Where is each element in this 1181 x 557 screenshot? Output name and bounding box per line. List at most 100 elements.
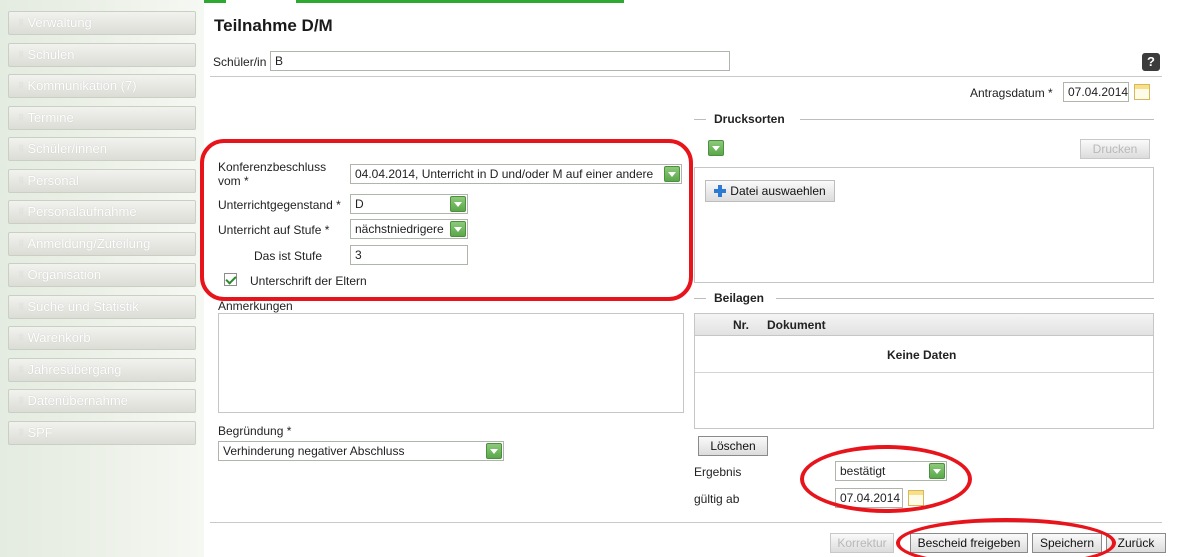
top-accent-bar-2 bbox=[296, 0, 624, 3]
sidebar-item-label: Jahresübergang bbox=[27, 361, 122, 377]
calendar-icon[interactable] bbox=[908, 490, 924, 506]
sidebar-item-label: Schulen bbox=[27, 46, 75, 62]
chevron-down-icon[interactable] bbox=[486, 443, 502, 459]
beilagen-title: Beilagen bbox=[710, 291, 769, 305]
sidebar-item-label: Schüler/innen bbox=[27, 141, 107, 156]
speichern-button[interactable]: Speichern bbox=[1032, 533, 1102, 553]
divider bbox=[210, 76, 1162, 77]
anmerkungen-label: Anmerkungen bbox=[218, 299, 293, 313]
das-ist-stufe-field: 3 bbox=[350, 245, 468, 265]
chevron-down-icon[interactable] bbox=[450, 196, 466, 212]
sidebar-item-kommunikation[interactable]: ⁞⁞ Kommunikation (7) bbox=[8, 74, 196, 98]
column-header-dokument: Dokument bbox=[767, 318, 826, 332]
drucksorten-file-area: Datei auswaehlen bbox=[694, 167, 1154, 283]
unterschrift-checkbox[interactable] bbox=[224, 273, 237, 286]
sidebar-item-label: Datenübernahme bbox=[27, 393, 128, 408]
beilagen-header: Beilagen bbox=[694, 291, 1154, 305]
sidebar: ⁞⁞ Verwaltung ⁞⁞ Schulen ⁞⁞ Kommunikation (… bbox=[0, 0, 204, 557]
konferenz-select-value: 04.04.2014, Unterricht in D und/oder M a… bbox=[355, 167, 654, 181]
bullet-icon: ⁞⁞ bbox=[19, 207, 24, 216]
konferenz-label-2: vom * bbox=[218, 174, 249, 188]
antragsdatum-label: Antragsdatum * bbox=[970, 86, 1053, 100]
print-button[interactable]: Drucken bbox=[1080, 139, 1150, 159]
sidebar-item-schueler[interactable]: ⁞⁞ Schüler/innen bbox=[8, 137, 196, 161]
ergebnis-label: Ergebnis bbox=[694, 465, 742, 479]
bullet-icon: ⁞⁞ bbox=[19, 301, 24, 311]
anmerkungen-textarea[interactable] bbox=[218, 313, 684, 413]
bullet-icon: ⁞⁞ bbox=[19, 144, 24, 153]
das-ist-stufe-label: Das ist Stufe bbox=[254, 249, 323, 263]
gueltig-ab-field[interactable]: 07.04.2014 bbox=[835, 488, 903, 508]
delete-button[interactable]: Löschen bbox=[698, 436, 768, 456]
sidebar-item-datenuebernahme[interactable]: ⁞⁞ Datenübernahme bbox=[8, 389, 196, 413]
sidebar-item-label: Personalaufnahme bbox=[27, 204, 137, 219]
bullet-icon: ⁞⁞ bbox=[19, 270, 24, 279]
gegenstand-select-value: D bbox=[355, 197, 364, 211]
sidebar-item-organisation[interactable]: ⁞⁞ Organisation bbox=[8, 263, 196, 287]
sidebar-item-label: Termine bbox=[27, 109, 74, 125]
sidebar-item-label: Personal bbox=[27, 172, 79, 188]
begruendung-label: Begründung * bbox=[218, 424, 292, 438]
sidebar-item-label: Suche und Statistik bbox=[27, 298, 139, 314]
sidebar-item-schulen[interactable]: ⁞⁞ Schulen bbox=[8, 42, 196, 67]
stufe-select-value: nächstniedrigere bbox=[355, 222, 444, 236]
bullet-icon: ⁞⁞ bbox=[19, 175, 24, 185]
gegenstand-select[interactable]: D bbox=[350, 194, 468, 214]
column-header-nr: Nr. bbox=[733, 318, 750, 332]
sidebar-item-label: SPF bbox=[27, 424, 53, 440]
antragsdatum-field[interactable]: 07.04.2014 bbox=[1063, 82, 1129, 102]
begruendung-select[interactable]: Verhinderung negativer Abschluss bbox=[218, 441, 504, 461]
gegenstand-label: Unterrichtgegenstand * bbox=[218, 198, 341, 212]
korrektur-button[interactable]: Korrektur bbox=[830, 533, 894, 553]
sidebar-item-anmeldung[interactable]: ⁞⁞ Anmeldung/Zuteilung bbox=[8, 231, 196, 256]
plus-icon bbox=[714, 185, 727, 197]
bullet-icon: ⁞⁞ bbox=[19, 112, 24, 122]
bullet-icon: ⁞⁞ bbox=[19, 333, 24, 342]
chevron-down-icon[interactable] bbox=[708, 140, 724, 156]
sidebar-item-warenkorb[interactable]: ⁞⁞ Warenkorb bbox=[8, 326, 196, 350]
page-title: Teilnahme D/M bbox=[214, 16, 333, 35]
help-icon[interactable]: ? bbox=[1142, 53, 1160, 71]
gueltig-ab-label: gültig ab bbox=[694, 492, 740, 506]
stufe-select[interactable]: nächstniedrigere bbox=[350, 219, 468, 239]
file-select-button[interactable]: Datei auswaehlen bbox=[705, 180, 835, 202]
drucksorten-title: Drucksorten bbox=[710, 112, 789, 126]
sidebar-item-label: Verwaltung bbox=[27, 15, 92, 30]
student-label: Schüler/in bbox=[213, 55, 267, 69]
bullet-icon: ⁞⁞ bbox=[19, 364, 24, 374]
bescheid-freigeben-button[interactable]: Bescheid freigeben bbox=[910, 533, 1028, 553]
zurueck-button[interactable]: Zurück bbox=[1106, 533, 1166, 553]
sidebar-item-label: Organisation bbox=[27, 267, 102, 282]
bullet-icon: ⁞⁞ bbox=[19, 18, 24, 27]
bullet-icon: ⁞⁞ bbox=[19, 238, 24, 248]
sidebar-item-label: Warenkorb bbox=[27, 330, 91, 345]
chevron-down-icon[interactable] bbox=[929, 463, 945, 479]
bullet-icon: ⁞⁞ bbox=[19, 396, 24, 405]
drucksorten-select[interactable] bbox=[694, 139, 732, 159]
sidebar-item-verwaltung[interactable]: ⁞⁞ Verwaltung bbox=[8, 11, 196, 35]
bullet-icon: ⁞⁞ bbox=[19, 427, 24, 437]
sidebar-item-suche[interactable]: ⁞⁞ Suche und Statistik bbox=[8, 294, 196, 319]
konferenz-select[interactable]: 04.04.2014, Unterricht in D und/oder M a… bbox=[350, 164, 682, 184]
bullet-icon: ⁞⁞ bbox=[19, 49, 24, 59]
sidebar-item-termine[interactable]: ⁞⁞ Termine bbox=[8, 105, 196, 130]
calendar-icon[interactable] bbox=[1134, 84, 1150, 100]
sidebar-item-label: Kommunikation (7) bbox=[27, 78, 137, 93]
chevron-down-icon[interactable] bbox=[664, 166, 680, 182]
beilagen-table: Nr. Dokument Keine Daten bbox=[694, 313, 1154, 429]
sidebar-item-label: Anmeldung/Zuteilung bbox=[27, 235, 151, 251]
empty-table-text: Keine Daten bbox=[887, 348, 957, 362]
begruendung-select-value: Verhinderung negativer Abschluss bbox=[223, 444, 405, 458]
ergebnis-select[interactable]: bestätigt bbox=[835, 461, 947, 481]
footer-divider bbox=[210, 522, 1162, 523]
sidebar-item-personal[interactable]: ⁞⁞ Personal bbox=[8, 168, 196, 193]
stufe-label: Unterricht auf Stufe * bbox=[218, 223, 330, 237]
bullet-icon: ⁞⁞ bbox=[19, 81, 24, 90]
unterschrift-label: Unterschrift der Eltern bbox=[250, 274, 367, 288]
konferenz-label-1: Konferenzbeschluss bbox=[218, 160, 327, 174]
sidebar-item-spf[interactable]: ⁞⁞ SPF bbox=[8, 420, 196, 445]
sidebar-item-jahresuebergang[interactable]: ⁞⁞ Jahresübergang bbox=[8, 357, 196, 382]
sidebar-item-personalaufnahme[interactable]: ⁞⁞ Personalaufnahme bbox=[8, 200, 196, 224]
chevron-down-icon[interactable] bbox=[450, 221, 466, 237]
student-field[interactable]: B bbox=[270, 51, 730, 71]
